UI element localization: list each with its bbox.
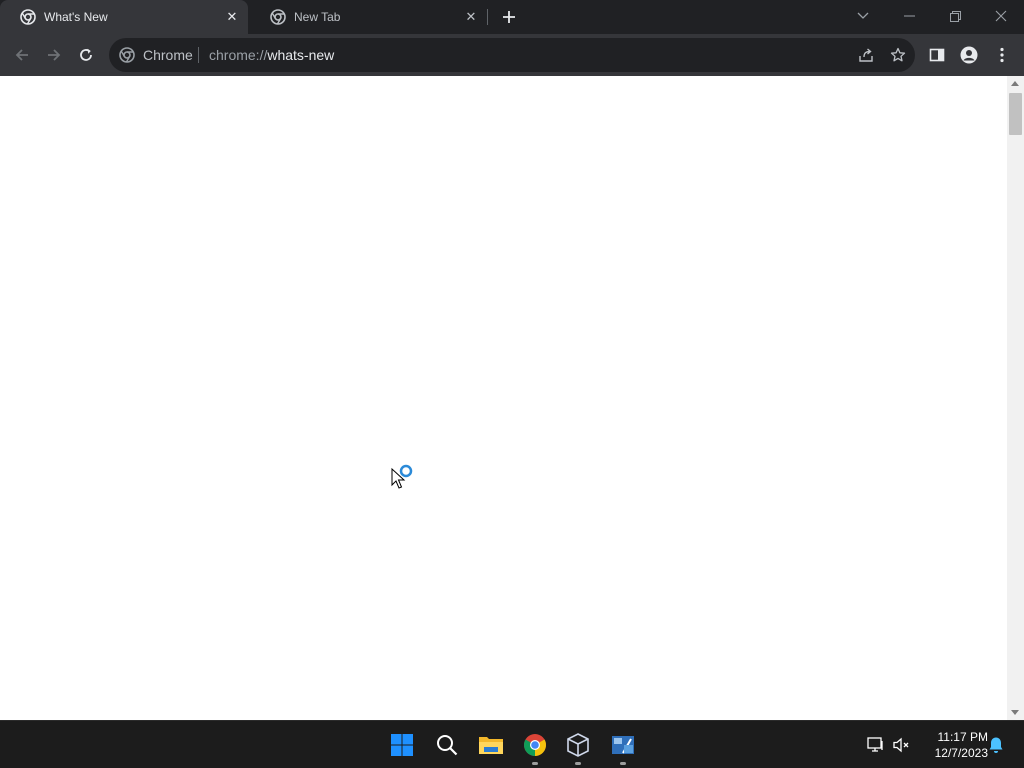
profile-icon [960,46,978,64]
virtualbox-icon [567,733,589,757]
chrome-taskbar-button[interactable] [519,729,551,765]
tab-title: What's New [44,10,108,24]
share-button[interactable] [857,46,875,64]
search-icon [437,735,458,756]
file-explorer-button[interactable] [475,729,507,761]
side-panel-button[interactable] [923,41,951,69]
browser-toolbar: Chrome chrome://whats-new [0,34,1024,76]
notifications-button[interactable] [987,736,1005,754]
bookmark-button[interactable] [889,46,907,64]
forward-button[interactable] [40,41,68,69]
site-info-chip[interactable]: Chrome [119,47,193,63]
chrome-favicon-icon [20,9,36,25]
scroll-down-arrow-icon[interactable] [1011,710,1019,715]
vertical-scrollbar[interactable] [1007,76,1024,720]
side-panel-icon [929,48,945,62]
site-chip-label: Chrome [143,47,193,63]
tab-search-button[interactable] [840,0,886,32]
chrome-favicon-icon [270,9,286,25]
start-button[interactable] [386,729,418,761]
minimize-icon [903,15,915,17]
xp-mode-icon [612,736,634,754]
url-host: whats-new [267,47,335,63]
tab-separator [487,9,488,25]
volume-muted-icon [893,737,909,753]
chrome-menu-button[interactable] [988,41,1016,69]
minimize-button[interactable] [886,0,932,32]
omnibox-separator [198,47,199,63]
profile-button[interactable] [955,41,983,69]
network-icon [867,737,883,752]
tab-new-tab[interactable]: New Tab ✕ [250,0,486,34]
virtualbox-button[interactable] [562,729,594,765]
new-tab-button[interactable] [498,6,520,28]
kebab-menu-icon [1000,47,1004,63]
tab-whats-new[interactable]: What's New ✕ [0,0,248,34]
restore-icon [949,10,961,22]
close-icon [995,10,1007,22]
running-indicator [532,762,538,765]
forward-arrow-icon [48,49,61,61]
reload-icon [80,48,92,61]
star-icon [890,47,906,62]
tab-title: New Tab [294,10,341,24]
page-content [0,76,1007,720]
share-icon [859,48,873,62]
tab-strip: What's New ✕ New Tab ✕ [0,0,1024,34]
close-window-button[interactable] [978,0,1024,32]
chrome-logo-icon [119,47,135,63]
volume-button[interactable] [892,736,910,754]
notification-bell-icon [989,737,1003,753]
back-button[interactable] [8,41,36,69]
omnibox[interactable]: Chrome chrome://whats-new [109,38,915,72]
chrome-icon [524,734,546,756]
network-button[interactable] [867,736,885,754]
taskbar-search-button[interactable] [431,729,463,761]
url-scheme: chrome:// [209,47,268,63]
start-icon [391,734,413,756]
tab-close-icon[interactable]: ✕ [224,9,240,25]
back-arrow-icon [15,49,28,61]
plus-icon [503,11,515,23]
chevron-down-icon [857,12,869,19]
tab-close-icon[interactable]: ✕ [463,9,479,25]
clock-date: 12/7/2023 [934,746,988,760]
file-explorer-icon [479,737,503,754]
busy-cursor-icon [391,463,415,496]
restore-button[interactable] [932,0,978,32]
xp-mode-button[interactable] [607,729,639,765]
reload-button[interactable] [72,41,100,69]
running-indicator [620,762,626,765]
url-text[interactable]: chrome://whats-new [209,47,334,63]
scroll-thumb[interactable] [1009,93,1022,135]
scroll-up-arrow-icon[interactable] [1011,81,1019,86]
running-indicator [575,762,581,765]
clock-time: 11:17 PM [937,730,988,744]
system-clock[interactable]: 11:17 PM 12/7/2023 [918,729,988,761]
windows-taskbar: 11:17 PM 12/7/2023 [0,720,1024,768]
